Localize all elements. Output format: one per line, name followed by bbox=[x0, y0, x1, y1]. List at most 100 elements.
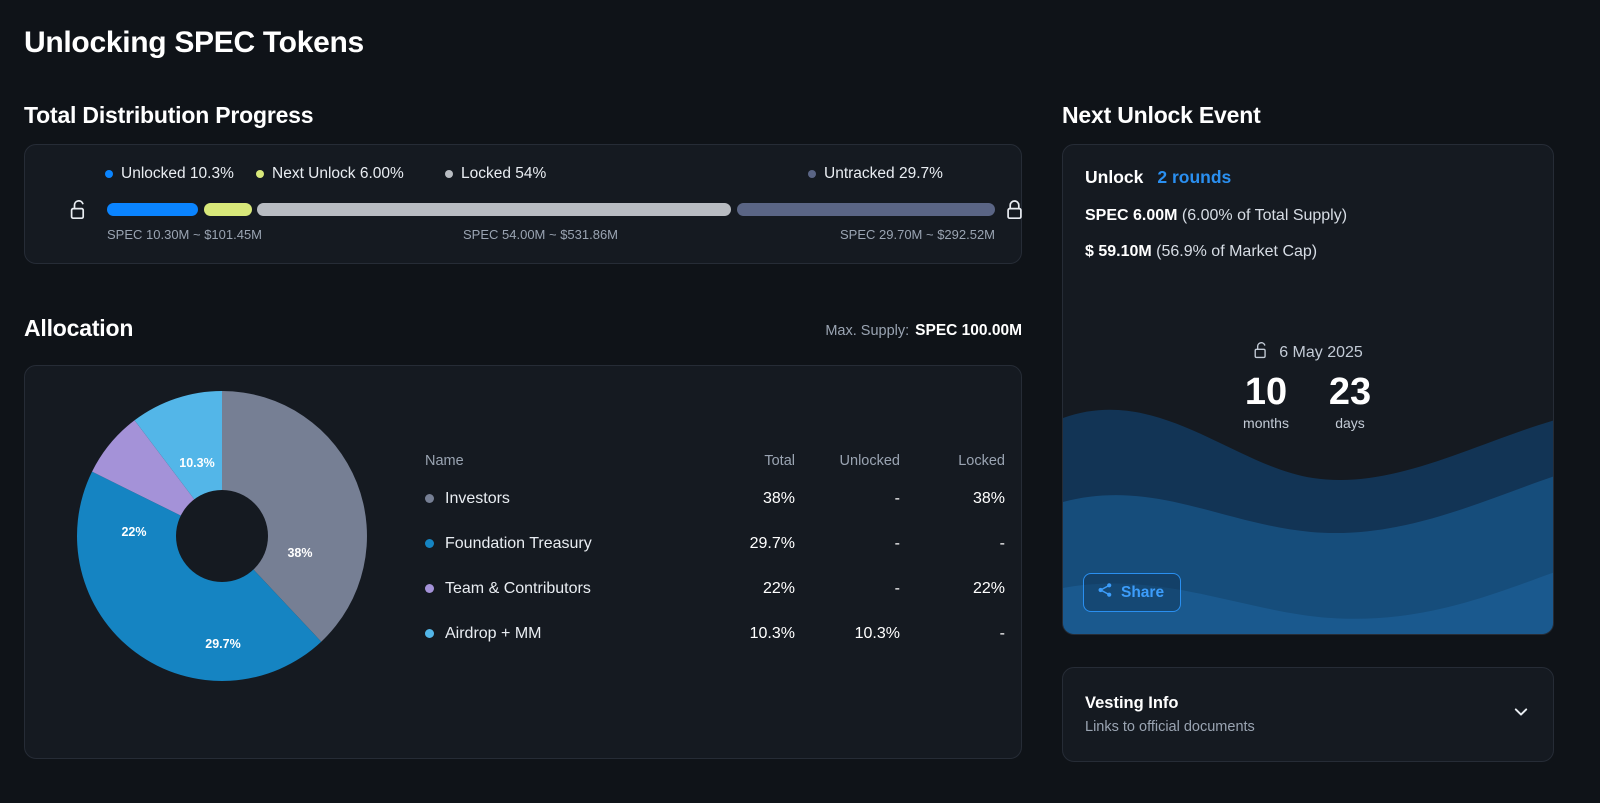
bar-segment-next-unlock bbox=[203, 203, 252, 216]
legend-label-locked: Locked 54% bbox=[461, 165, 547, 182]
legend-item-next-unlock: Next Unlock 6.00% bbox=[256, 165, 404, 183]
legend-dot-unlocked bbox=[105, 170, 113, 178]
next-unlock-section-title: Next Unlock Event bbox=[1062, 102, 1261, 128]
row-color-dot bbox=[425, 584, 434, 593]
unlock-label: Unlock bbox=[1085, 167, 1144, 187]
row-name-cell: Investors bbox=[425, 490, 690, 508]
next-unlock-date-row: 6 May 2025 bbox=[1063, 341, 1553, 365]
allocation-section-title: Allocation bbox=[24, 315, 134, 341]
table-row[interactable]: Foundation Treasury 29.7% - - bbox=[425, 521, 1005, 566]
row-color-dot bbox=[425, 494, 434, 503]
distribution-bar-row bbox=[55, 197, 1022, 226]
share-icon bbox=[1097, 582, 1113, 603]
subvalue-unlocked: SPEC 10.30M ~ $101.45M bbox=[107, 227, 263, 242]
chevron-down-icon[interactable] bbox=[1511, 702, 1531, 727]
row-label: Team & Contributors bbox=[445, 579, 591, 597]
countdown: 10 months 23 days bbox=[1063, 371, 1553, 431]
vesting-info-subtitle: Links to official documents bbox=[1085, 719, 1255, 735]
unlock-usd-note: (56.9% of Market Cap) bbox=[1151, 243, 1318, 260]
row-total: 29.7% bbox=[749, 534, 795, 552]
unlock-icon bbox=[1253, 341, 1270, 365]
table-row[interactable]: Team & Contributors 22% - 22% bbox=[425, 566, 1005, 611]
row-unlocked: - bbox=[894, 534, 900, 552]
donut-svg bbox=[77, 391, 367, 681]
unlock-rounds-link[interactable]: 2 rounds bbox=[1157, 167, 1231, 188]
row-label: Airdrop + MM bbox=[445, 624, 542, 642]
distribution-legend: Unlocked 10.3% Next Unlock 6.00% Locked … bbox=[81, 165, 1001, 185]
legend-item-unlocked: Unlocked 10.3% bbox=[105, 165, 234, 183]
countdown-days-value: 23 bbox=[1328, 371, 1372, 413]
next-unlock-details: Unlock 2 rounds SPEC 6.00M (6.00% of Tot… bbox=[1063, 145, 1553, 261]
row-locked: 38% bbox=[972, 489, 1005, 507]
vesting-info-card[interactable]: Vesting Info Links to official documents bbox=[1062, 667, 1554, 762]
next-unlock-date: 6 May 2025 bbox=[1279, 344, 1363, 361]
legend-label-unlocked: Unlocked 10.3% bbox=[121, 165, 234, 182]
table-row[interactable]: Airdrop + MM 10.3% 10.3% - bbox=[425, 611, 1005, 656]
bar-segment-untracked bbox=[736, 203, 995, 216]
vesting-info-title: Vesting Info bbox=[1085, 694, 1179, 712]
legend-dot-next-unlock bbox=[256, 170, 264, 178]
column-header-unlocked: Unlocked bbox=[839, 453, 900, 469]
column-header-locked: Locked bbox=[958, 453, 1005, 469]
row-unlocked: 10.3% bbox=[854, 624, 900, 642]
distribution-card: Unlocked 10.3% Next Unlock 6.00% Locked … bbox=[24, 144, 1022, 264]
share-button[interactable]: Share bbox=[1083, 573, 1182, 612]
row-label: Foundation Treasury bbox=[445, 534, 592, 552]
legend-dot-untracked bbox=[808, 170, 816, 178]
subvalue-untracked: SPEC 29.70M ~ $292.52M bbox=[840, 227, 996, 242]
row-label: Investors bbox=[445, 489, 510, 507]
row-unlocked: - bbox=[894, 579, 900, 597]
table-row[interactable]: Investors 38% - 38% bbox=[425, 476, 1005, 521]
countdown-months: 10 months bbox=[1235, 371, 1297, 431]
row-locked: 22% bbox=[972, 579, 1005, 597]
share-button-label: Share bbox=[1121, 583, 1165, 601]
countdown-months-label: months bbox=[1243, 414, 1289, 431]
legend-label-untracked: Untracked 29.7% bbox=[824, 165, 943, 182]
bar-segment-unlocked bbox=[107, 203, 199, 216]
distribution-progress-bar bbox=[107, 203, 995, 216]
unlock-amount-value: SPEC 6.00M bbox=[1085, 207, 1178, 224]
unlock-amount-note: (6.00% of Total Supply) bbox=[1177, 207, 1348, 224]
row-name-cell: Airdrop + MM bbox=[425, 625, 690, 643]
max-supply: Max. Supply: SPEC 100.00M bbox=[825, 322, 1022, 340]
row-locked: - bbox=[999, 624, 1005, 642]
row-total: 38% bbox=[762, 489, 795, 507]
unlock-icon bbox=[69, 199, 89, 226]
countdown-days-label: days bbox=[1335, 414, 1365, 431]
legend-item-locked: Locked 54% bbox=[445, 165, 546, 183]
legend-dot-locked bbox=[445, 170, 453, 178]
donut-hole bbox=[176, 490, 268, 582]
bar-segment-locked bbox=[257, 203, 732, 216]
legend-label-next-unlock: Next Unlock 6.00% bbox=[272, 165, 404, 182]
max-supply-label: Max. Supply: bbox=[825, 323, 910, 339]
distribution-section-title: Total Distribution Progress bbox=[24, 102, 314, 128]
allocation-table: Name Total Unlocked Locked Investors 38%… bbox=[425, 446, 1005, 656]
legend-item-untracked: Untracked 29.7% bbox=[808, 165, 943, 183]
allocation-header: Allocation Max. Supply: SPEC 100.00M bbox=[24, 315, 1022, 347]
countdown-days: 23 days bbox=[1319, 371, 1381, 431]
allocation-donut-chart: 38% 29.7% 22% 10.3% bbox=[77, 391, 367, 681]
unlock-rounds-row: Unlock 2 rounds bbox=[1085, 167, 1531, 188]
column-header-total: Total bbox=[764, 453, 795, 469]
unlock-amount-line: SPEC 6.00M (6.00% of Total Supply) bbox=[1085, 207, 1531, 225]
row-color-dot bbox=[425, 629, 434, 638]
row-color-dot bbox=[425, 539, 434, 548]
unlock-value-line: $ 59.10M (56.9% of Market Cap) bbox=[1085, 243, 1531, 261]
row-total: 10.3% bbox=[749, 624, 795, 642]
row-name-cell: Foundation Treasury bbox=[425, 535, 690, 553]
unlock-page: Unlocking SPEC Tokens Total Distribution… bbox=[0, 0, 1600, 803]
table-header-row: Name Total Unlocked Locked bbox=[425, 446, 1005, 476]
row-total: 22% bbox=[762, 579, 795, 597]
lock-icon bbox=[1005, 199, 1025, 226]
row-locked: - bbox=[999, 534, 1005, 552]
column-header-name: Name bbox=[425, 453, 464, 469]
next-unlock-card: cryptorank Unlock 2 rounds SPEC 6.00M (6… bbox=[1062, 144, 1554, 635]
allocation-card: 38% 29.7% 22% 10.3% Name Total Unlocked … bbox=[24, 365, 1022, 759]
row-name-cell: Team & Contributors bbox=[425, 580, 690, 598]
page-title: Unlocking SPEC Tokens bbox=[24, 26, 364, 59]
unlock-usd-value: $ 59.10M bbox=[1085, 243, 1152, 260]
row-unlocked: - bbox=[894, 489, 900, 507]
subvalue-locked: SPEC 54.00M ~ $531.86M bbox=[463, 227, 619, 242]
vesting-info-text: Vesting Info Links to official documents bbox=[1085, 694, 1255, 735]
countdown-months-value: 10 bbox=[1244, 371, 1288, 413]
